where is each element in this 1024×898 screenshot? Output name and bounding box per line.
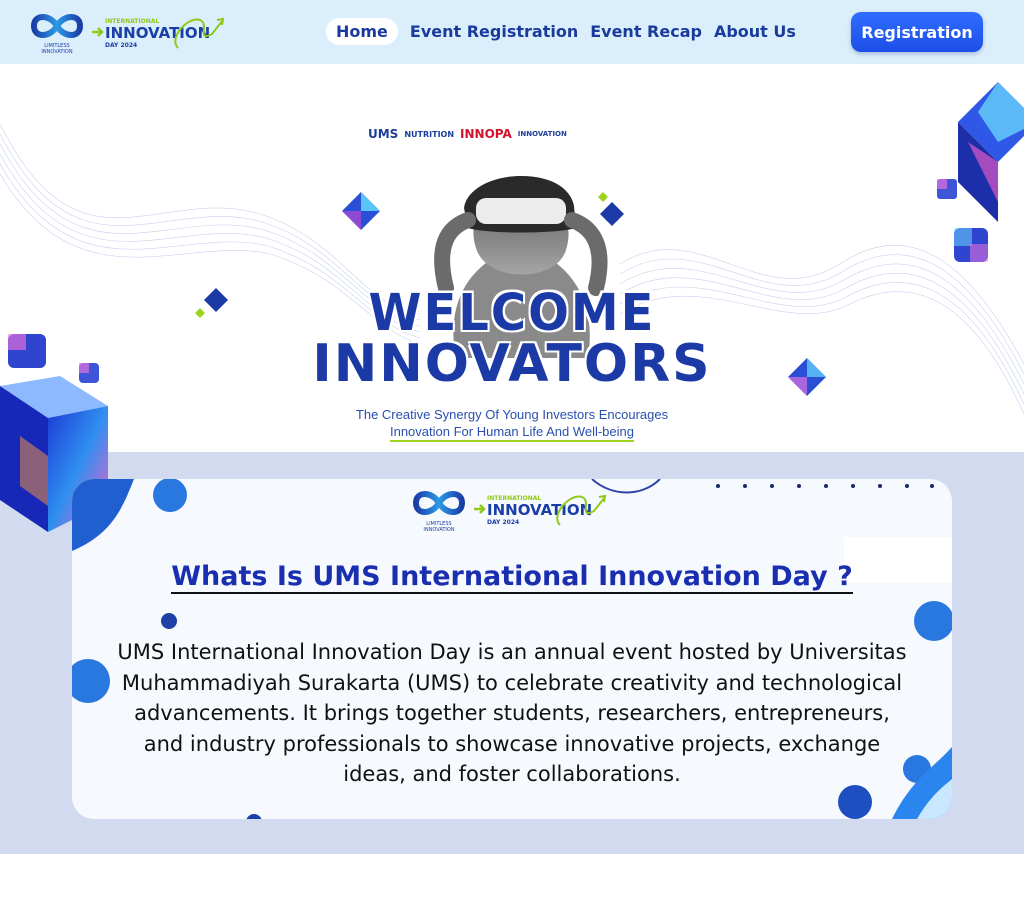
about-event-year-text: DAY 2024	[487, 519, 519, 526]
partner-logo-innovation-day: INNOVATION	[517, 130, 567, 138]
event-year-text: DAY 2024	[105, 42, 137, 49]
registration-button[interactable]: Registration	[851, 12, 983, 52]
small-cube-decoration-2	[954, 228, 988, 262]
partner-logo-nutrition: NUTRITION	[404, 129, 455, 139]
about-description: UMS International Innovation Day is an a…	[117, 640, 907, 786]
small-cube-decoration	[937, 179, 957, 199]
partner-logo-ums: UMS	[368, 127, 399, 141]
hero-banner: UMS NUTRITION INNOPA INNOVATION WELCOME …	[0, 64, 1024, 452]
nav-link-event-registration[interactable]: Event Registration	[404, 18, 584, 45]
nav-link-home[interactable]: Home	[326, 18, 398, 45]
nav-link-event-recap[interactable]: Event Recap	[584, 18, 708, 45]
hero-headline-innovators: INNOVATORS	[312, 334, 712, 394]
about-card: LIMITLESS INNOVATION INTERNATIONAL INNOV…	[72, 479, 952, 819]
hero-tagline-line-1: The Creative Synergy Of Young Investors …	[355, 407, 669, 422]
about-logo-graphic: LIMITLESS INNOVATION INTERNATIONAL INNOV…	[412, 491, 607, 533]
main-nav: Home Event Registration Event Recap Abou…	[326, 18, 802, 45]
about-limitless-text-2: INNOVATION	[423, 527, 454, 533]
nav-link-about-us[interactable]: About Us	[708, 18, 802, 45]
page-bottom-space	[0, 854, 1024, 898]
partner-logo-innopa: INNOPA	[460, 127, 512, 141]
hero-headline-welcome: WELCOME	[368, 283, 656, 343]
top-navbar: LIMITLESS INNOVATION INTERNATIONAL INNOV…	[0, 0, 1024, 64]
hero-tagline-line-2: Innovation For Human Life And Well-being	[389, 423, 634, 442]
event-big-text: INNOVATION	[105, 24, 210, 42]
brand-logo-graphic: LIMITLESS INNOVATION INTERNATIONAL INNOV…	[30, 14, 225, 55]
about-title: Whats Is UMS International Innovation Da…	[72, 561, 952, 594]
about-card-logo: LIMITLESS INNOVATION INTERNATIONAL INNOV…	[410, 485, 610, 533]
limitless-text-2: INNOVATION	[41, 49, 72, 55]
about-title-text: Whats Is UMS International Innovation Da…	[171, 561, 853, 594]
gem-decoration	[342, 192, 380, 230]
brand-logo[interactable]: LIMITLESS INNOVATION INTERNATIONAL INNOV…	[28, 8, 228, 56]
cube-decoration-top-right	[958, 82, 1024, 222]
partner-logos: UMS NUTRITION INNOPA INNOVATION	[368, 122, 658, 146]
hero-tagline: The Creative Synergy Of Young Investors …	[0, 406, 1024, 442]
about-event-big-text: INNOVATION	[487, 501, 592, 519]
